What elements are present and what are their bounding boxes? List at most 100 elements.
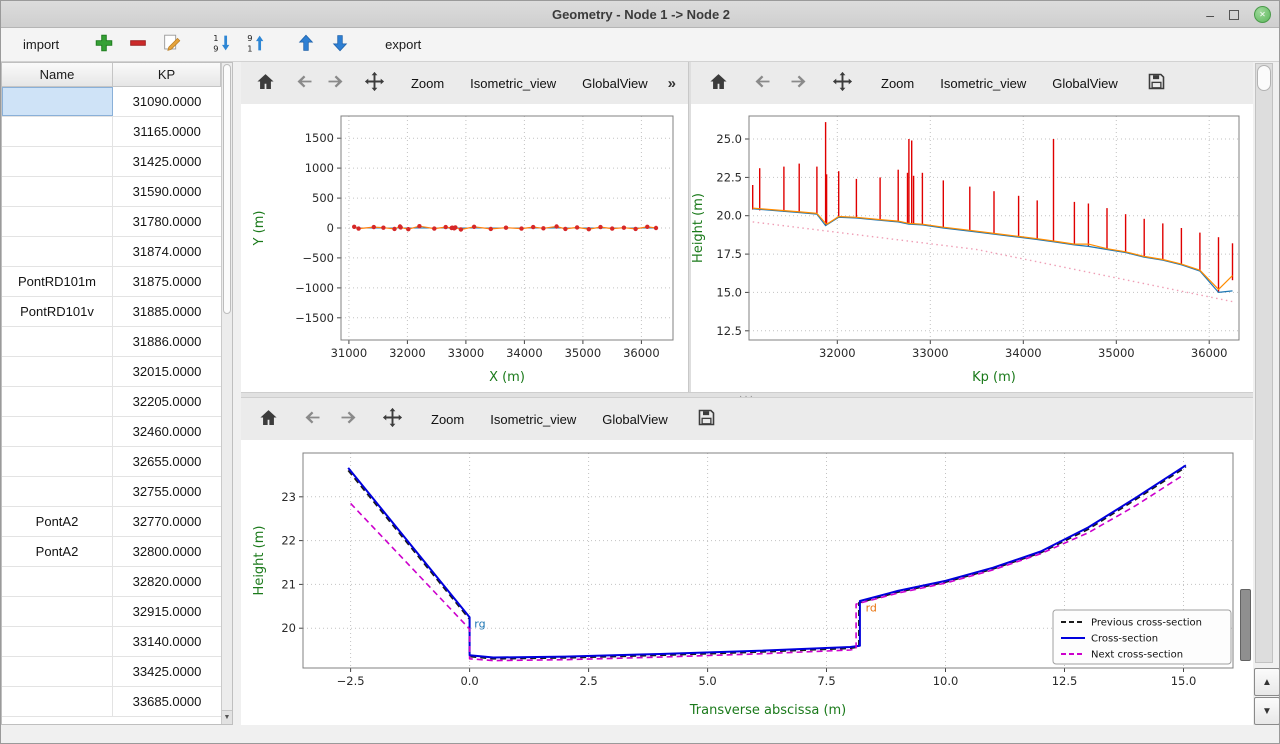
table-row[interactable]: 31165.0000: [2, 117, 221, 147]
forward-button[interactable]: [333, 404, 363, 434]
cell-kp[interactable]: 33685.0000: [113, 687, 221, 716]
home-button[interactable]: [253, 404, 283, 434]
table-scrollbar-thumb[interactable]: [223, 64, 231, 314]
cell-kp[interactable]: 32755.0000: [113, 477, 221, 506]
cell-kp[interactable]: 32655.0000: [113, 447, 221, 476]
cell-name[interactable]: [2, 447, 113, 476]
plots-scrollbar-thumb[interactable]: [1240, 589, 1251, 661]
cell-name[interactable]: [2, 357, 113, 386]
column-header-kp[interactable]: KP: [113, 63, 221, 87]
table-row[interactable]: 31886.0000: [2, 327, 221, 357]
cell-kp[interactable]: 31425.0000: [113, 147, 221, 176]
table-row[interactable]: PontA2 32800.0000: [2, 537, 221, 567]
title-bar[interactable]: Geometry - Node 1 -> Node 2 – ✕: [1, 1, 1280, 28]
table-row[interactable]: 32755.0000: [2, 477, 221, 507]
cell-kp[interactable]: 31090.0000: [113, 87, 221, 116]
table-row[interactable]: PontA2 32770.0000: [2, 507, 221, 537]
table-row[interactable]: 32655.0000: [2, 447, 221, 477]
save-button[interactable]: [692, 404, 722, 434]
cell-name[interactable]: [2, 477, 113, 506]
plan-view-chart[interactable]: 310003200033000340003500036000−1500−1000…: [241, 104, 688, 392]
cell-kp[interactable]: 31875.0000: [113, 267, 221, 296]
cell-kp[interactable]: 33140.0000: [113, 627, 221, 656]
save-button[interactable]: [1142, 68, 1172, 98]
zoom-button[interactable]: Zoom: [401, 71, 454, 96]
isometric-view-button[interactable]: Isometric_view: [930, 71, 1036, 96]
table-row[interactable]: 32015.0000: [2, 357, 221, 387]
scroll-down-button[interactable]: ▼: [1254, 697, 1280, 725]
table-row[interactable]: PontRD101v 31885.0000: [2, 297, 221, 327]
window-scrollbar[interactable]: [1255, 63, 1273, 663]
forward-button[interactable]: [783, 68, 813, 98]
zoom-button[interactable]: Zoom: [421, 407, 474, 432]
table-row[interactable]: 31090.0000: [2, 87, 221, 117]
cell-name[interactable]: [2, 597, 113, 626]
column-header-name[interactable]: Name: [2, 63, 113, 87]
cell-name[interactable]: [2, 237, 113, 266]
cell-kp[interactable]: 31874.0000: [113, 237, 221, 266]
cell-name[interactable]: [2, 87, 113, 116]
zoom-button[interactable]: Zoom: [871, 71, 924, 96]
cell-name[interactable]: PontA2: [2, 537, 113, 566]
table-row[interactable]: PontRD101m 31875.0000: [2, 267, 221, 297]
cell-name[interactable]: [2, 207, 113, 236]
cell-kp[interactable]: 32800.0000: [113, 537, 221, 566]
table-scroll-down-button[interactable]: ▼: [222, 710, 232, 724]
isometric-view-button[interactable]: Isometric_view: [480, 407, 586, 432]
maximize-button[interactable]: [1229, 10, 1239, 20]
cell-kp[interactable]: 32770.0000: [113, 507, 221, 536]
move-up-button[interactable]: [293, 32, 319, 58]
cross-section-chart[interactable]: −2.50.02.55.07.510.012.515.020212223rgrd…: [241, 440, 1253, 725]
table-row[interactable]: 31425.0000: [2, 147, 221, 177]
back-button[interactable]: [292, 68, 317, 98]
edit-button[interactable]: [159, 32, 185, 58]
table-row[interactable]: 32820.0000: [2, 567, 221, 597]
back-button[interactable]: [747, 68, 777, 98]
cell-name[interactable]: [2, 567, 113, 596]
table-row[interactable]: 31874.0000: [2, 237, 221, 267]
table-row[interactable]: 32205.0000: [2, 387, 221, 417]
minimize-button[interactable]: –: [1206, 10, 1214, 20]
forward-button[interactable]: [323, 68, 348, 98]
cell-name[interactable]: [2, 627, 113, 656]
profile-chart-area[interactable]: 320003300034000350003600012.515.017.520.…: [691, 104, 1253, 392]
table-row[interactable]: 32460.0000: [2, 417, 221, 447]
cell-name[interactable]: [2, 657, 113, 686]
sort-descending-button[interactable]: 19: [209, 32, 235, 58]
table-scrollbar[interactable]: ▼: [221, 63, 232, 724]
table-row[interactable]: 33425.0000: [2, 657, 221, 687]
remove-row-button[interactable]: [125, 32, 151, 58]
cell-kp[interactable]: 32460.0000: [113, 417, 221, 446]
cell-name[interactable]: [2, 687, 113, 716]
cell-name[interactable]: PontA2: [2, 507, 113, 536]
table-row[interactable]: 32915.0000: [2, 597, 221, 627]
isometric-view-button[interactable]: Isometric_view: [460, 71, 566, 96]
cell-name[interactable]: PontRD101m: [2, 267, 113, 296]
globalview-button[interactable]: GlobalView: [1042, 71, 1128, 96]
cell-kp[interactable]: 31885.0000: [113, 297, 221, 326]
cell-name[interactable]: [2, 327, 113, 356]
pan-button[interactable]: [827, 68, 857, 98]
longitudinal-profile-chart[interactable]: 320003300034000350003600012.515.017.520.…: [691, 104, 1253, 392]
cell-kp[interactable]: 31780.0000: [113, 207, 221, 236]
cell-name[interactable]: [2, 417, 113, 446]
cell-kp[interactable]: 32205.0000: [113, 387, 221, 416]
sort-ascending-button[interactable]: 91: [243, 32, 269, 58]
plan-chart-area[interactable]: 310003200033000340003500036000−1500−1000…: [241, 104, 688, 392]
cell-kp[interactable]: 32820.0000: [113, 567, 221, 596]
table-row[interactable]: 33685.0000: [2, 687, 221, 717]
cell-name[interactable]: [2, 387, 113, 416]
move-down-button[interactable]: [327, 32, 353, 58]
cross-section-chart-area[interactable]: −2.50.02.55.07.510.012.515.020212223rgrd…: [241, 440, 1253, 725]
cell-kp[interactable]: 32015.0000: [113, 357, 221, 386]
add-row-button[interactable]: [91, 32, 117, 58]
cell-name[interactable]: [2, 177, 113, 206]
cell-kp[interactable]: 31590.0000: [113, 177, 221, 206]
cell-name[interactable]: [2, 117, 113, 146]
back-button[interactable]: [297, 404, 327, 434]
globalview-button[interactable]: GlobalView: [592, 407, 678, 432]
window-scrollbar-thumb[interactable]: [1257, 65, 1271, 91]
cell-kp[interactable]: 33425.0000: [113, 657, 221, 686]
cell-name[interactable]: PontRD101v: [2, 297, 113, 326]
pan-button[interactable]: [362, 68, 387, 98]
